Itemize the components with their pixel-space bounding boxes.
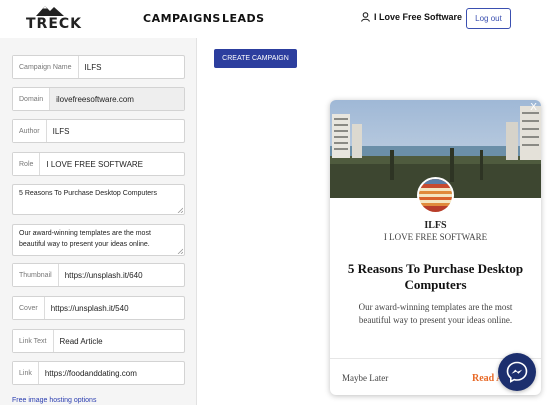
messenger-chat-button[interactable] (498, 353, 536, 391)
description-textarea-text: Our award-winning templates are the most… (19, 230, 151, 248)
user-icon (361, 12, 370, 22)
author-input[interactable]: ILFS (47, 120, 76, 142)
top-header: TRECK CAMPAIGNS LEADS I Love Free Softwa… (0, 0, 550, 38)
thumbnail-label: Thumbnail (13, 264, 59, 286)
cover-label: Cover (13, 297, 45, 319)
title-textarea[interactable]: 5 Reasons To Purchase Desktop Computers (12, 184, 185, 215)
link-label: Link (13, 362, 39, 384)
popup-title: 5 Reasons To Purchase Desktop Computers (347, 261, 524, 292)
logo-text: TRECK (26, 16, 83, 32)
treck-logo[interactable]: TRECK (26, 4, 83, 34)
campaign-name-field[interactable]: Campaign Name ILFS (12, 55, 185, 79)
nav-campaigns[interactable]: CAMPAIGNS (143, 12, 221, 25)
author-field[interactable]: Author ILFS (12, 119, 185, 143)
cover-field[interactable]: Cover https://unsplash.it/540 (12, 296, 185, 320)
maybe-later-button[interactable]: Maybe Later (342, 373, 388, 383)
resize-grip-icon[interactable] (177, 248, 183, 254)
resize-grip-icon[interactable] (177, 207, 183, 213)
campaign-name-label: Campaign Name (13, 56, 79, 78)
user-name: I Love Free Software (374, 12, 463, 22)
role-field[interactable]: Role I LOVE FREE SOFTWARE (12, 152, 185, 176)
cover-input[interactable]: https://unsplash.it/540 (45, 297, 135, 319)
description-textarea[interactable]: Our award-winning templates are the most… (12, 224, 185, 256)
user-menu[interactable]: I Love Free Software (361, 12, 462, 22)
link-text-label: Link Text (13, 330, 54, 352)
title-textarea-text: 5 Reasons To Purchase Desktop Computers (19, 190, 157, 197)
link-input[interactable]: https://foodanddating.com (39, 362, 143, 384)
nav-leads[interactable]: LEADS (222, 12, 265, 25)
thumbnail-input[interactable]: https://unsplash.it/640 (59, 264, 149, 286)
popup-preview-card: X ILFS I LOVE FREE SOFTWARE 5 Reasons To… (330, 100, 541, 395)
popup-author: ILFS (424, 220, 447, 231)
link-field[interactable]: Link https://foodanddating.com (12, 361, 185, 385)
author-label: Author (13, 120, 47, 142)
create-campaign-button[interactable]: CREATE CAMPAIGN (214, 49, 297, 68)
link-text-field[interactable]: Link Text Read Article (12, 329, 185, 353)
campaign-name-input[interactable]: ILFS (79, 56, 108, 78)
logout-button[interactable]: Log out (466, 8, 511, 29)
popup-description: Our award-winning templates are the most… (358, 302, 513, 325)
role-input[interactable]: I LOVE FREE SOFTWARE (40, 153, 149, 175)
domain-label: Domain (13, 88, 51, 110)
mountain-logo-icon (36, 6, 64, 16)
close-icon[interactable]: X (530, 102, 537, 113)
thumbnail-image (417, 177, 454, 214)
domain-field: Domain ilovefreesoftware.com (12, 87, 185, 111)
popup-role: I LOVE FREE SOFTWARE (383, 232, 488, 242)
role-label: Role (13, 153, 41, 175)
thumbnail-field[interactable]: Thumbnail https://unsplash.it/640 (12, 263, 185, 287)
image-hosting-link[interactable]: Free image hosting options (12, 397, 96, 404)
link-text-input[interactable]: Read Article (54, 330, 109, 352)
messenger-icon (506, 361, 528, 383)
domain-input: ilovefreesoftware.com (50, 88, 184, 110)
